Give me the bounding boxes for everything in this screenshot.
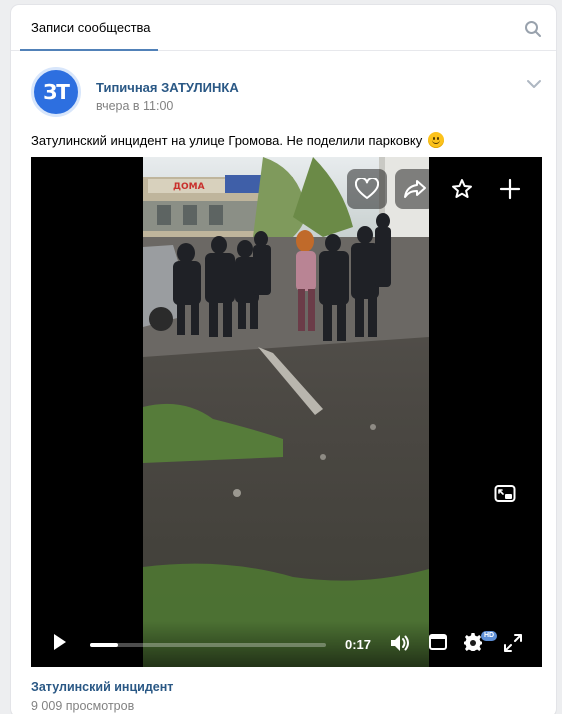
post-time[interactable]: вчера в 11:00 (96, 99, 173, 113)
volume-icon[interactable] (389, 633, 411, 653)
like-button[interactable] (347, 169, 387, 209)
active-tab-indicator (20, 49, 158, 51)
share-icon (404, 180, 426, 198)
star-icon (452, 179, 472, 198)
heart-icon (355, 178, 379, 199)
video-current-time: 0:17 (345, 637, 372, 652)
chevron-down-icon[interactable] (526, 78, 542, 90)
picture-in-picture-button[interactable] (485, 474, 525, 514)
tab-community-posts[interactable]: Записи сообщества (20, 5, 162, 51)
share-button[interactable] (395, 169, 435, 209)
search-icon[interactable] (524, 20, 542, 38)
seek-bar-progress (90, 643, 119, 647)
post-text-body: Затулинский инцидент на улице Громова. Н… (31, 133, 423, 148)
plus-icon (499, 178, 521, 200)
settings-gear-icon[interactable] (463, 632, 483, 652)
picture-in-picture-icon (494, 485, 516, 502)
avatar-logo-text: ЗТ (43, 80, 70, 104)
add-video-button[interactable] (490, 169, 530, 209)
community-avatar[interactable]: ЗТ (31, 67, 81, 117)
seek-bar[interactable] (90, 643, 326, 647)
play-icon[interactable] (53, 633, 67, 651)
bookmark-button[interactable] (442, 169, 482, 209)
fullscreen-icon[interactable] (504, 634, 522, 652)
tab-bar: Записи сообщества (11, 5, 556, 51)
shop-sign-text: ДОМА (173, 182, 205, 192)
video-player[interactable]: ДОМА 0:17 HD (31, 157, 542, 667)
post-text: Затулинский инцидент на улице Громова. Н… (31, 132, 444, 150)
cinema-mode-icon[interactable] (429, 634, 447, 650)
video-frame[interactable]: ДОМА (143, 157, 429, 667)
wall-card: Записи сообщества ЗТ Типичная ЗАТУЛИНКА … (11, 5, 556, 714)
hd-quality-badge: HD (481, 631, 498, 641)
video-views-count: 9 009 просмотров (31, 699, 135, 713)
video-title-link[interactable]: Затулинский инцидент (31, 680, 173, 694)
smiling-face-emoji-icon (427, 132, 444, 148)
video-controls-bar: 0:17 HD (31, 621, 542, 667)
post-author-link[interactable]: Типичная ЗАТУЛИНКА (96, 80, 239, 95)
